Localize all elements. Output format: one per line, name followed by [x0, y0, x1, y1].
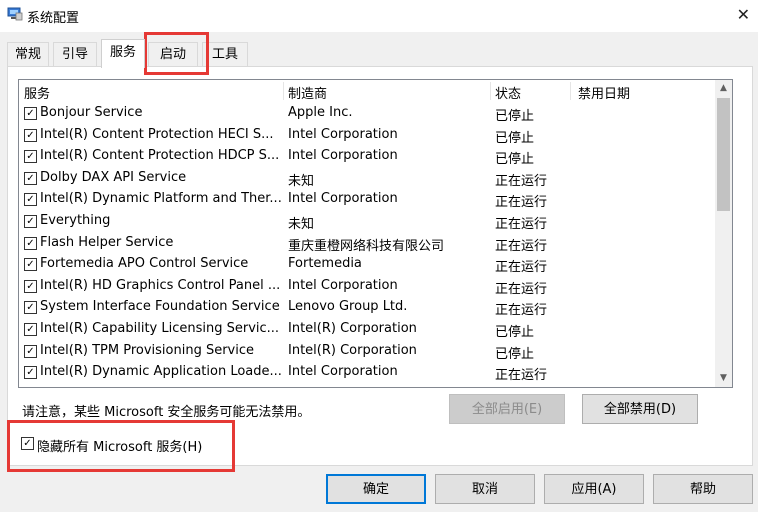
column-header-manufacturer[interactable]: 制造商	[288, 83, 327, 102]
service-status: 已停止	[495, 325, 535, 340]
service-manufacturer: Intel(R) Corporation	[288, 342, 417, 358]
scrollbar-thumb[interactable]	[717, 98, 730, 211]
hide-microsoft-services-highlight	[7, 420, 235, 472]
service-status: 已停止	[495, 109, 535, 124]
services-list[interactable]: 服务 制造商 状态 禁用日期 ✓ Bonjour Service Apple I…	[18, 79, 733, 388]
list-header: 服务 制造商 状态 禁用日期	[19, 80, 714, 102]
table-row[interactable]: ✓ Intel(R) Dynamic Platform and Ther... …	[19, 189, 714, 210]
help-button[interactable]: 帮助	[653, 474, 753, 504]
startup-tab-highlight	[144, 32, 209, 75]
service-name: Fortemedia APO Control Service	[40, 256, 249, 272]
service-manufacturer: Intel(R) Corporation	[288, 321, 417, 336]
service-name: Bonjour Service	[40, 105, 143, 120]
column-divider[interactable]	[283, 82, 284, 100]
disable-all-button[interactable]: 全部禁用(D)	[582, 394, 698, 424]
column-header-service[interactable]: 服务	[24, 83, 50, 102]
title-bar: 系统配置 ✕	[0, 0, 758, 32]
service-status: 正在运行	[495, 238, 548, 254]
service-name: Intel(R) Content Protection HECI S...	[40, 126, 274, 142]
table-row[interactable]: ✓ Fortemedia APO Control Service Forteme…	[19, 254, 714, 275]
service-name: Intel(R) Dynamic Platform and Ther...	[40, 191, 282, 207]
service-name: Intel(R) Capability Licensing Servic...	[40, 321, 280, 336]
scroll-down-icon[interactable]: ▼	[715, 370, 732, 387]
service-status: 正在运行	[495, 260, 548, 276]
service-status: 正在运行	[495, 281, 548, 297]
close-icon[interactable]: ✕	[737, 5, 750, 24]
table-row[interactable]: ✓ Intel(R) TPM Provisioning Service Inte…	[19, 341, 714, 362]
service-name: Intel(R) TPM Provisioning Service	[40, 342, 255, 358]
service-checkbox[interactable]: ✓	[24, 171, 37, 185]
service-checkbox[interactable]: ✓	[24, 215, 37, 228]
service-name: System Interface Foundation Service	[40, 299, 280, 315]
ok-button[interactable]: 确定	[326, 474, 426, 504]
vertical-scrollbar[interactable]: ▲ ▼	[715, 80, 732, 387]
tab-general[interactable]: 常规	[7, 42, 49, 67]
service-manufacturer: Intel Corporation	[288, 126, 398, 142]
service-status: 正在运行	[495, 368, 548, 384]
service-name: Flash Helper Service	[40, 234, 174, 250]
column-header-disabled-date[interactable]: 禁用日期	[578, 83, 630, 102]
tab-boot[interactable]: 引导	[53, 42, 97, 67]
service-checkbox[interactable]: ✓	[24, 344, 37, 358]
service-status: 正在运行	[495, 195, 548, 211]
table-row[interactable]: ✓ System Interface Foundation Service Le…	[19, 297, 714, 318]
service-status: 已停止	[495, 130, 535, 146]
apply-button[interactable]: 应用(A)	[544, 474, 644, 504]
service-manufacturer: 重庆重橙网络科技有限公司	[288, 238, 445, 254]
table-row[interactable]: ✓ Intel(R) Capability Licensing Servic..…	[19, 319, 714, 340]
enable-all-button[interactable]: 全部启用(E)	[449, 394, 565, 424]
table-row[interactable]: ✓ Intel(R) Content Protection HECI S... …	[19, 125, 714, 146]
service-checkbox[interactable]: ✓	[24, 366, 37, 380]
tab-services[interactable]: 服务	[101, 39, 145, 68]
column-divider[interactable]	[570, 82, 571, 100]
service-name: Everything	[40, 213, 111, 228]
service-status: 正在运行	[495, 303, 548, 319]
service-name: Intel(R) Dynamic Application Loade...	[40, 364, 282, 380]
service-manufacturer: Lenovo Group Ltd.	[288, 299, 408, 315]
service-name: Dolby DAX API Service	[40, 169, 187, 185]
system-config-icon	[7, 7, 23, 21]
table-row[interactable]: ✓ Intel(R) Content Protection HDCP S... …	[19, 146, 714, 167]
service-manufacturer: Fortemedia	[288, 256, 362, 272]
service-checkbox[interactable]: ✓	[24, 128, 37, 142]
service-checkbox[interactable]: ✓	[24, 150, 37, 164]
service-checkbox[interactable]: ✓	[24, 236, 37, 250]
table-row[interactable]: ✓ Intel(R) HD Graphics Control Panel ...…	[19, 276, 714, 297]
column-header-status[interactable]: 状态	[495, 83, 521, 102]
table-row[interactable]: ✓ Dolby DAX API Service 未知 正在运行	[19, 168, 714, 189]
service-status: 已停止	[495, 346, 535, 362]
service-manufacturer: Intel Corporation	[288, 364, 398, 380]
service-checkbox[interactable]: ✓	[24, 107, 37, 120]
service-manufacturer: 未知	[288, 217, 315, 232]
microsoft-services-notice: 请注意，某些 Microsoft 安全服务可能无法禁用。	[22, 405, 311, 420]
service-status: 正在运行	[495, 173, 548, 189]
column-divider[interactable]	[490, 82, 491, 100]
service-manufacturer: Intel Corporation	[288, 277, 398, 293]
service-checkbox[interactable]: ✓	[24, 301, 37, 315]
table-row[interactable]: ✓ Flash Helper Service 重庆重橙网络科技有限公司 正在运行	[19, 233, 714, 254]
service-checkbox[interactable]: ✓	[24, 258, 37, 272]
service-manufacturer: Intel Corporation	[288, 148, 398, 164]
service-status: 正在运行	[495, 217, 548, 232]
service-checkbox[interactable]: ✓	[24, 323, 37, 336]
service-name: Intel(R) Content Protection HDCP S...	[40, 148, 280, 164]
table-row[interactable]: ✓ Bonjour Service Apple Inc. 已停止	[19, 103, 714, 124]
service-manufacturer: 未知	[288, 173, 315, 189]
window-title: 系统配置	[27, 11, 80, 26]
service-manufacturer: Intel Corporation	[288, 191, 398, 207]
service-checkbox[interactable]: ✓	[24, 279, 37, 293]
cancel-button[interactable]: 取消	[435, 474, 535, 504]
table-row[interactable]: ✓ Everything 未知 正在运行	[19, 211, 714, 232]
service-manufacturer: Apple Inc.	[288, 105, 353, 120]
table-row[interactable]: ✓ Intel(R) Dynamic Application Loade... …	[19, 362, 714, 383]
service-status: 已停止	[495, 152, 535, 168]
service-name: Intel(R) HD Graphics Control Panel ...	[40, 277, 281, 293]
scroll-up-icon[interactable]: ▲	[715, 80, 732, 97]
service-checkbox[interactable]: ✓	[24, 193, 37, 207]
